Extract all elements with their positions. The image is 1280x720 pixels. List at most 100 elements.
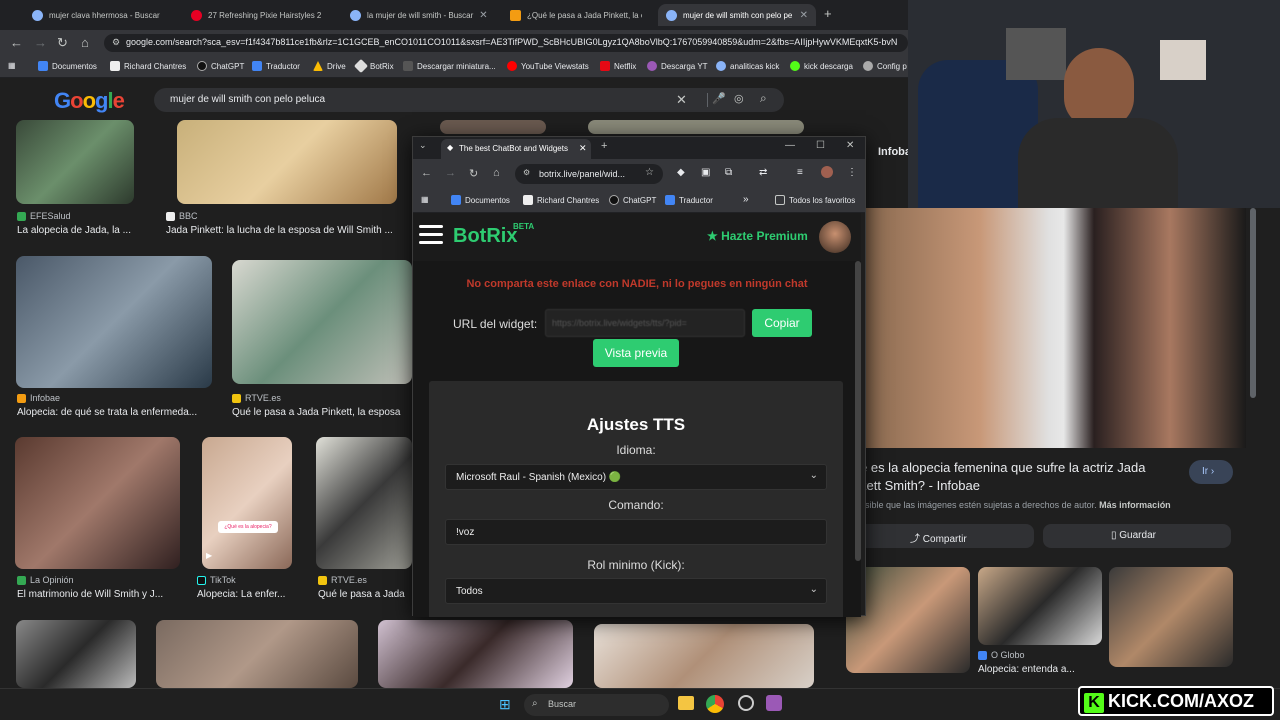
app-icon[interactable] [766, 695, 782, 711]
bookmark-descarga-yt[interactable]: Descarga YT [647, 61, 708, 71]
go-button[interactable]: Ir › [1189, 460, 1233, 484]
result-image-4[interactable] [232, 260, 412, 384]
back-icon[interactable]: ← [10, 35, 23, 50]
bookmark-documentos[interactable]: Documentos [38, 61, 97, 71]
related-image-2[interactable] [978, 567, 1102, 645]
save-button[interactable]: ▯ Guardar [1043, 524, 1231, 548]
tab-2[interactable]: 27 Refreshing Pixie Hairstyles 2✕ [183, 4, 323, 26]
result-title-2[interactable]: Jada Pinkett: la lucha de la esposa de W… [166, 225, 406, 236]
close-icon[interactable]: ✕ [479, 10, 487, 21]
result-image-12[interactable] [440, 120, 546, 134]
result-image-3[interactable] [16, 256, 212, 388]
google-logo[interactable]: Google [54, 88, 125, 114]
related-image-3[interactable] [1109, 567, 1233, 667]
tab-search-icon[interactable]: ⌄ [419, 140, 427, 151]
profile-avatar[interactable] [821, 166, 833, 178]
maximize-icon[interactable]: ☐ [816, 140, 825, 151]
result-image-8[interactable] [16, 620, 136, 688]
taskbar-search[interactable]: ⌕ Buscar [524, 694, 669, 716]
tab-4[interactable]: ¿Qué le pasa a Jada Pinkett, la e✕ [502, 4, 642, 26]
result-image-7[interactable] [316, 437, 412, 569]
result-title-5[interactable]: El matrimonio de Will Smith y J... [17, 589, 182, 600]
preview-button[interactable]: Vista previa [593, 339, 679, 367]
lens-icon[interactable]: ◎ [734, 92, 744, 105]
share-button[interactable]: ⤴ Compartir [858, 524, 1034, 548]
bookmark-chatgpt[interactable]: ChatGPT [197, 61, 244, 71]
search-icon[interactable]: ⌕ [760, 91, 767, 106]
extension-icon[interactable]: ◆ [677, 167, 685, 178]
scrollbar[interactable] [855, 261, 861, 561]
more-bookmarks-icon[interactable]: » [743, 194, 749, 205]
bookmark-analiticas[interactable]: analiticas kick [716, 61, 779, 71]
home-icon[interactable]: ⌂ [493, 167, 500, 179]
bookmark-traductor[interactable]: Traductor [252, 61, 300, 71]
reload-icon[interactable]: ↻ [469, 167, 478, 180]
close-icon[interactable]: ✕ [800, 10, 808, 21]
site-info-icon[interactable]: ⚙ [112, 37, 120, 48]
media-icon[interactable]: ≡ [797, 167, 803, 178]
apps-icon[interactable]: ▦ [8, 61, 16, 70]
bookmark-viewstats[interactable]: YouTube Viewstats [507, 61, 589, 71]
extension-2-icon[interactable]: ▣ [701, 167, 710, 178]
popup-tab-active[interactable]: ◆ The best ChatBot and Widgets ✕ [441, 139, 591, 159]
related-title[interactable]: Alopecia: entenda a... [978, 664, 1102, 675]
scrollbar[interactable] [1250, 208, 1256, 398]
preview-headline-1[interactable]: é es la alopecia femenina que sufre la a… [860, 460, 1145, 475]
minimize-icon[interactable]: — [785, 140, 795, 151]
puzzle-icon[interactable]: ⧉ [725, 167, 732, 178]
bookmark-documentos[interactable]: Documentos [451, 195, 510, 205]
result-image-11[interactable] [594, 624, 814, 688]
command-input[interactable]: !voz [445, 519, 827, 545]
back-icon[interactable]: ← [421, 167, 432, 179]
preview-headline-2[interactable]: kett Smith? - Infobae [860, 478, 980, 493]
home-icon[interactable]: ⌂ [81, 35, 89, 50]
bookmark-config[interactable]: Config p [863, 61, 907, 71]
chrome-icon[interactable] [706, 695, 724, 713]
result-title-6[interactable]: Alopecia: La enfer... [197, 589, 297, 600]
result-image-1[interactable] [16, 120, 134, 204]
widget-url-field[interactable]: https://botrix.live/widgets/tts/?pid= [545, 309, 745, 337]
bookmark-traductor[interactable]: Traductor [665, 195, 713, 205]
botrix-logo[interactable]: BotRix [453, 225, 517, 248]
star-icon[interactable]: ☆ [645, 167, 654, 178]
premium-link[interactable]: ★ Hazte Premium [707, 229, 808, 243]
result-image-6[interactable]: ¿Qué es la alopecia? ▶ [202, 437, 292, 569]
result-title-3[interactable]: Alopecia: de qué se trata la enfermeda..… [17, 407, 212, 418]
tab-3[interactable]: la mujer de will smith - Buscar ✕ [342, 4, 487, 26]
bookmark-kick-descarga[interactable]: kick descarga [790, 61, 853, 71]
new-tab-button[interactable]: + [601, 140, 607, 152]
reload-icon[interactable]: ↻ [57, 35, 68, 51]
url-field[interactable]: ⚙ google.com/search?sca_esv=f1f4347b811c… [104, 34, 908, 52]
site-info-icon[interactable]: ⚙ [523, 168, 530, 177]
result-image-9[interactable] [156, 620, 358, 688]
more-info-link[interactable]: Más información [1099, 500, 1171, 510]
bookmark-netflix[interactable]: Netflix [600, 61, 636, 71]
result-image-5[interactable] [15, 437, 180, 569]
bookmark-botrix[interactable]: BotRix [353, 58, 394, 74]
translate-icon[interactable]: ⇄ [759, 167, 767, 178]
result-title-4[interactable]: Qué le pasa a Jada Pinkett, la esposa [232, 407, 412, 418]
result-image-13[interactable] [588, 120, 804, 134]
bookmark-richard[interactable]: Richard Chantres [110, 61, 186, 71]
language-select[interactable]: Microsoft Raul - Spanish (Mexico) 🟢 ⌄ [445, 464, 827, 490]
file-explorer-icon[interactable] [678, 696, 694, 710]
result-title-1[interactable]: La alopecia de Jada, la ... [17, 225, 147, 236]
bookmark-richard[interactable]: Richard Chantres [523, 195, 599, 205]
forward-icon[interactable]: → [34, 35, 47, 50]
hamburger-icon[interactable] [419, 225, 443, 245]
menu-icon[interactable]: ⋮ [847, 167, 857, 178]
apps-icon[interactable]: ▦ [421, 195, 429, 204]
user-avatar[interactable] [819, 221, 851, 253]
tab-1[interactable]: mujer clava hhermosa - Buscar✕ [24, 4, 164, 26]
search-input[interactable]: mujer de will smith con pelo peluca ✕ 🎤 … [154, 88, 784, 112]
obs-icon[interactable] [738, 695, 754, 711]
tab-5-active[interactable]: mujer de will smith con pelo pe ✕ [658, 4, 816, 26]
new-tab-button[interactable]: + [824, 6, 832, 21]
close-icon[interactable]: ✕ [579, 143, 587, 154]
bookmark-drive[interactable]: Drive [313, 61, 346, 71]
result-title-7[interactable]: Qué le pasa a Jada [318, 589, 412, 600]
forward-icon[interactable]: → [445, 167, 456, 179]
bookmark-miniatura[interactable]: Descargar miniatura... [403, 61, 496, 71]
mic-icon[interactable]: 🎤 [712, 92, 726, 105]
windows-start-icon[interactable]: ⊞ [499, 696, 511, 713]
